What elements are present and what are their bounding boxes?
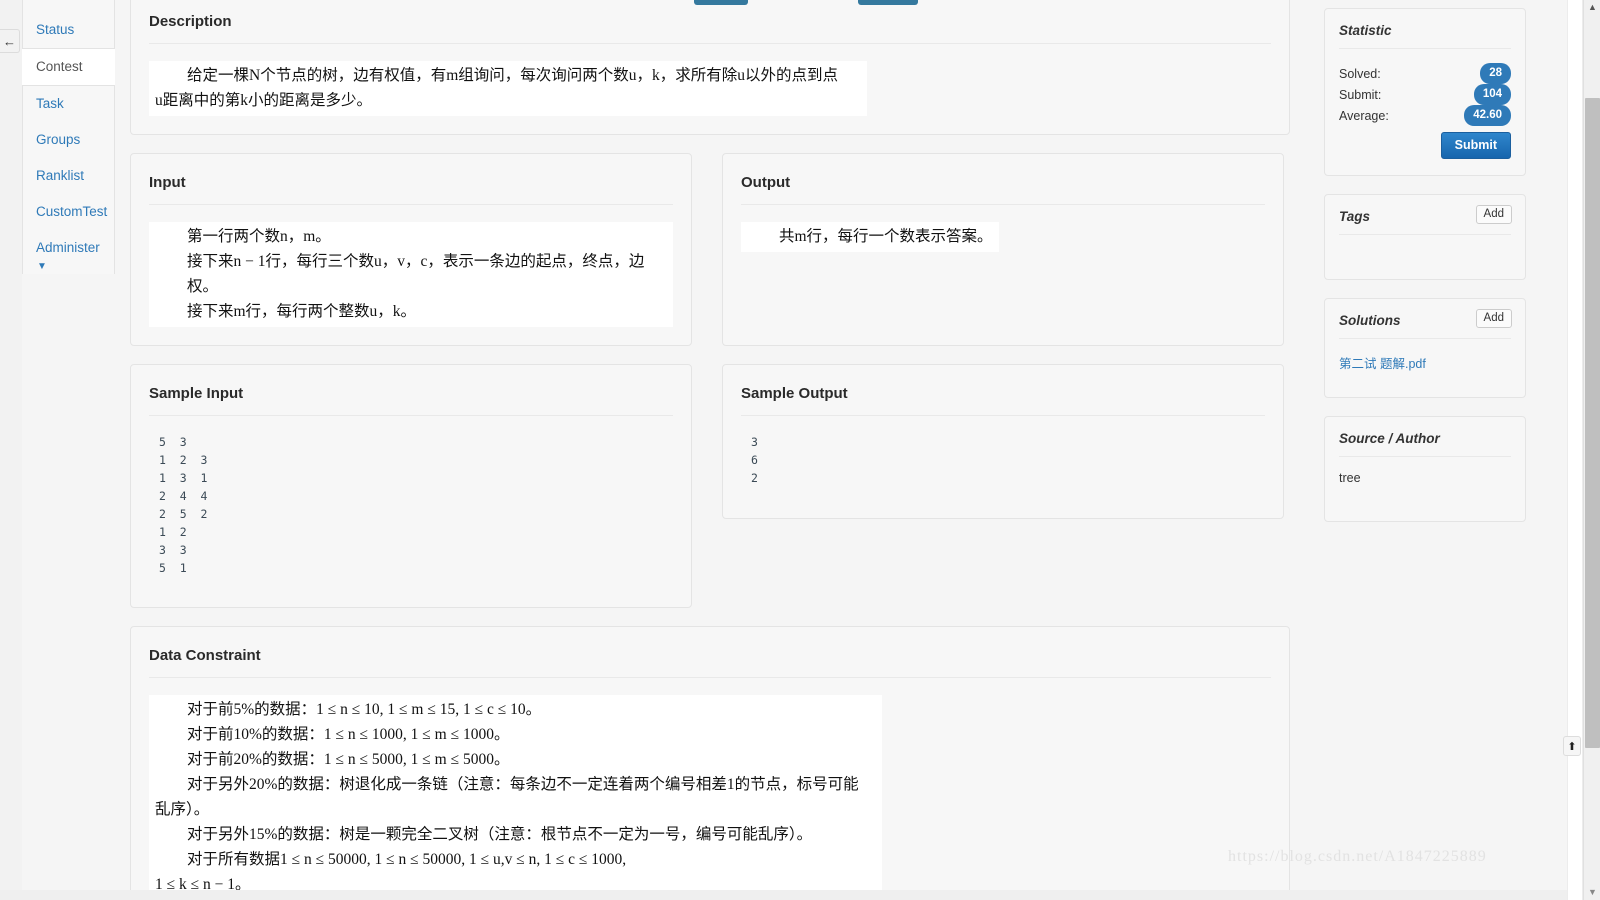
tags-body (1339, 235, 1511, 249)
chevron-down-icon[interactable]: ▼ (23, 260, 114, 274)
tags-panel: Tags Add (1324, 194, 1526, 280)
solution-file-name: 第二试 题解 (1339, 357, 1405, 371)
main-content: Description 给定一棵N个节点的树，边有权值，有m组询问，每次询问两个… (130, 0, 1290, 900)
sidebar-collapse-button[interactable]: ← (0, 29, 20, 53)
stat-row-submit: Submit: 104 (1339, 84, 1511, 105)
constraint-line-3: 对于前20%的数据：1 ≤ n ≤ 5000, 1 ≤ m ≤ 5000。 (187, 751, 510, 768)
constraint-line-1: 对于前5%的数据：1 ≤ n ≤ 10, 1 ≤ m ≤ 15, 1 ≤ c ≤… (187, 701, 542, 718)
constraint-line-5: 乱序）。 (155, 801, 210, 818)
statistic-body: Solved: 28 Submit: 104 Average: 42.60 Su… (1339, 49, 1511, 159)
output-line-1: 共m行，每行一个数表示答案。 (779, 228, 993, 245)
constraint-line-7: 对于所有数据1 ≤ n ≤ 50000, 1 ≤ n ≤ 50000, 1 ≤ … (187, 851, 627, 868)
arrow-left-icon: ← (3, 33, 16, 49)
description-title: Description (149, 13, 1271, 44)
source-author-body: tree (1339, 471, 1361, 485)
solved-label: Solved: (1339, 66, 1381, 81)
input-line-1: 第一行两个数n，m。 (187, 228, 331, 245)
input-title: Input (149, 174, 673, 205)
input-panel: Input 第一行两个数n，m。 接下来n − 1行，每行三个数u，v，c，表示… (130, 153, 692, 346)
data-constraint-panel: Data Constraint 对于前5%的数据：1 ≤ n ≤ 10, 1 ≤… (130, 626, 1290, 900)
sidebar-item-contest[interactable]: Contest (22, 48, 115, 86)
tags-add-button[interactable]: Add (1475, 205, 1512, 224)
constraint-line-4: 对于另外20%的数据：树退化成一条链（注意：每条边不一定连着两个编号相差1的节点… (187, 776, 859, 793)
description-panel: Description 给定一棵N个节点的树，边有权值，有m组询问，每次询问两个… (130, 0, 1290, 135)
sample-output-body: 3 6 2 (741, 416, 1265, 487)
data-constraint-body: 对于前5%的数据：1 ≤ n ≤ 10, 1 ≤ m ≤ 15, 1 ≤ c ≤… (149, 678, 1271, 900)
scroll-down-icon[interactable]: ▼ (1587, 887, 1598, 898)
source-author-panel: Source / Author tree (1324, 416, 1526, 522)
top-prev-button[interactable] (694, 0, 748, 5)
scroll-up-icon[interactable]: ▲ (1587, 2, 1598, 13)
sidebar-nav: ProblemSet Status Contest Task Groups Ra… (22, 0, 115, 274)
average-label: Average: (1339, 108, 1389, 123)
sample-output-title: Sample Output (741, 385, 1265, 416)
output-body: 共m行，每行一个数表示答案。 (741, 205, 1265, 252)
solution-file-link[interactable]: 第二试 题解.pdf (1339, 357, 1426, 371)
sidebar-item-status[interactable]: Status (23, 12, 114, 48)
stat-row-average: Average: 42.60 (1339, 105, 1511, 126)
submit-button[interactable]: Submit (1440, 132, 1511, 159)
output-text: 共m行，每行一个数表示答案。 (741, 222, 999, 252)
input-line-2: 接下来n − 1行，每行三个数u，v，c，表示一条边的起点，终点，边权。 (187, 253, 645, 295)
solution-file-ext: .pdf (1404, 357, 1426, 371)
arrow-up-icon: ⬆ (1567, 740, 1577, 753)
input-text: 第一行两个数n，m。 接下来n − 1行，每行三个数u，v，c，表示一条边的起点… (149, 222, 673, 327)
watermark: https://blog.csdn.net/A1847225889 (1228, 848, 1487, 865)
constraint-line-2: 对于前10%的数据：1 ≤ n ≤ 1000, 1 ≤ m ≤ 1000。 (187, 726, 510, 743)
description-body: 给定一棵N个节点的树，边有权值，有m组询问，每次询问两个数u，k，求所有除u以外… (149, 44, 1271, 116)
scrollbar-thumb[interactable] (1585, 98, 1600, 748)
sidebar-item-customtest[interactable]: CustomTest (23, 194, 114, 230)
solutions-add-button[interactable]: Add (1475, 309, 1512, 328)
sidebar-item-task[interactable]: Task (23, 86, 114, 122)
io-row: Input 第一行两个数n，m。 接下来n − 1行，每行三个数u，v，c，表示… (130, 153, 1290, 364)
output-title: Output (741, 174, 1265, 205)
sample-input-panel: Sample Input 5 3 1 2 3 1 3 1 2 4 4 2 5 2… (130, 364, 692, 608)
sample-output-content: 3 6 2 (751, 435, 758, 485)
back-to-top-button[interactable]: ⬆ (1563, 736, 1581, 756)
sidebar-item-problemset[interactable]: ProblemSet (23, 0, 114, 12)
statistic-panel: Statistic Solved: 28 Submit: 104 Average… (1324, 8, 1526, 176)
inner-scroll-track[interactable] (1567, 0, 1583, 900)
submit-badge: 104 (1473, 84, 1511, 105)
description-text: 给定一棵N个节点的树，边有权值，有m组询问，每次询问两个数u，k，求所有除u以外… (149, 61, 867, 116)
stat-row-solved: Solved: 28 (1339, 63, 1511, 84)
bottom-strip (0, 890, 1600, 900)
statistic-title: Statistic (1339, 23, 1511, 49)
solutions-panel: Solutions Add 第二试 题解.pdf (1324, 298, 1526, 398)
constraint-line-6: 对于另外15%的数据：树是一颗完全二叉树（注意：根节点不一定为一号，编号可能乱序… (187, 826, 813, 843)
sample-input-title: Sample Input (149, 385, 673, 416)
solved-badge: 28 (1480, 63, 1511, 84)
input-body: 第一行两个数n，m。 接下来n − 1行，每行三个数u，v，c，表示一条边的起点… (149, 205, 673, 327)
input-line-3: 接下来m行，每行两个整数u，k。 (187, 303, 417, 320)
sidebar-item-groups[interactable]: Groups (23, 122, 114, 158)
data-constraint-text: 对于前5%的数据：1 ≤ n ≤ 10, 1 ≤ m ≤ 15, 1 ≤ c ≤… (149, 695, 882, 900)
vertical-scrollbar[interactable]: ▲ ▼ (1583, 0, 1600, 900)
data-constraint-title: Data Constraint (149, 647, 1271, 678)
top-next-button[interactable] (858, 0, 918, 5)
description-line-2: u距离中的第k小的距离是多少。 (155, 92, 373, 109)
left-gutter (0, 0, 22, 900)
output-panel: Output 共m行，每行一个数表示答案。 (722, 153, 1284, 346)
sample-input-content: 5 3 1 2 3 1 3 1 2 4 4 2 5 2 1 2 3 3 5 1 (159, 435, 208, 575)
solutions-body: 第二试 题解.pdf (1339, 339, 1511, 372)
submit-label: Submit: (1339, 87, 1382, 102)
average-badge: 42.60 (1464, 105, 1511, 126)
right-sidebar: Statistic Solved: 28 Submit: 104 Average… (1324, 8, 1526, 540)
sample-row: Sample Input 5 3 1 2 3 1 3 1 2 4 4 2 5 2… (130, 364, 1290, 626)
source-author-title: Source / Author (1339, 431, 1511, 457)
description-line-1: 给定一棵N个节点的树，边有权值，有m组询问，每次询问两个数u，k，求所有除u以外… (187, 67, 839, 84)
sidebar-item-ranklist[interactable]: Ranklist (23, 158, 114, 194)
sample-output-panel: Sample Output 3 6 2 (722, 364, 1284, 519)
sample-input-body: 5 3 1 2 3 1 3 1 2 4 4 2 5 2 1 2 3 3 5 1 (149, 416, 673, 577)
